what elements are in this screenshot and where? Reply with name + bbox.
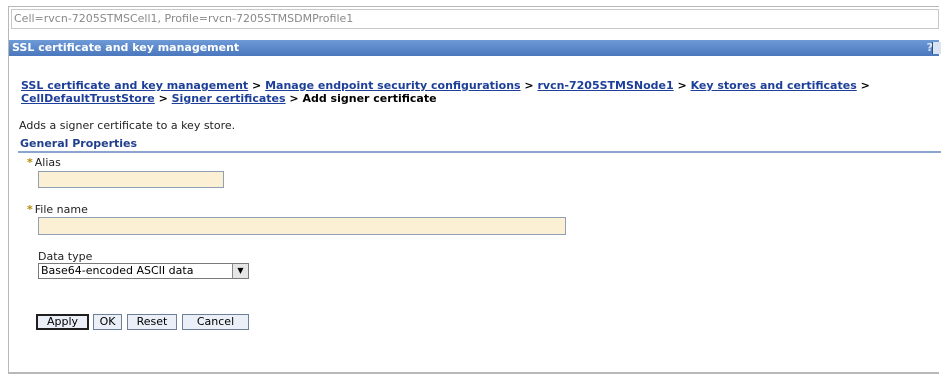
cancel-button[interactable]: Cancel bbox=[182, 314, 249, 330]
breadcrumb: SSL certificate and key management > Man… bbox=[21, 79, 936, 105]
breadcrumb-separator: > bbox=[158, 92, 168, 105]
required-icon: * bbox=[27, 203, 33, 216]
alias-label: * Alias bbox=[27, 156, 61, 169]
breadcrumb-link-ssl[interactable]: SSL certificate and key management bbox=[21, 79, 248, 92]
dropdown-arrow-icon[interactable]: ▼ bbox=[232, 264, 248, 278]
frame-bottom-border bbox=[9, 372, 939, 373]
required-icon: * bbox=[27, 156, 33, 169]
filename-field[interactable] bbox=[38, 217, 566, 235]
breadcrumb-separator: > bbox=[524, 79, 534, 92]
breadcrumb-link-keystores[interactable]: Key stores and certificates bbox=[691, 79, 857, 92]
breadcrumb-separator: > bbox=[677, 79, 687, 92]
console-frame: Cell=rvcn-7205STMSCell1, Profile=rvcn-72… bbox=[8, 6, 941, 374]
breadcrumb-current: Add signer certificate bbox=[302, 92, 437, 105]
datatype-select[interactable]: Base64-encoded ASCII data ▼ bbox=[38, 263, 249, 279]
filename-label: * File name bbox=[27, 203, 88, 216]
panel-title-bar: SSL certificate and key management ? bbox=[9, 40, 941, 56]
breadcrumb-link-signer-certificates[interactable]: Signer certificates bbox=[172, 92, 286, 105]
breadcrumb-link-truststore[interactable]: CellDefaultTrustStore bbox=[21, 92, 155, 105]
datatype-label: Data type bbox=[38, 250, 93, 263]
breadcrumb-separator: > bbox=[289, 92, 299, 105]
datatype-selected-value: Base64-encoded ASCII data bbox=[41, 264, 194, 277]
section-header-general-properties: General Properties bbox=[18, 137, 941, 153]
apply-button[interactable]: Apply bbox=[36, 314, 89, 330]
ok-button[interactable]: OK bbox=[93, 314, 122, 330]
panel-title: SSL certificate and key management bbox=[12, 41, 240, 54]
reset-button[interactable]: Reset bbox=[127, 314, 177, 330]
alias-field[interactable] bbox=[38, 171, 224, 188]
scope-bar: Cell=rvcn-7205STMSCell1, Profile=rvcn-72… bbox=[11, 9, 939, 29]
breadcrumb-link-endpoint-security[interactable]: Manage endpoint security configurations bbox=[265, 79, 520, 92]
minimize-icon[interactable] bbox=[932, 42, 941, 54]
page-description: Adds a signer certificate to a key store… bbox=[19, 119, 236, 132]
breadcrumb-separator: > bbox=[252, 79, 262, 92]
breadcrumb-separator: > bbox=[860, 79, 870, 92]
breadcrumb-link-node[interactable]: rvcn-7205STMSNode1 bbox=[537, 79, 673, 92]
